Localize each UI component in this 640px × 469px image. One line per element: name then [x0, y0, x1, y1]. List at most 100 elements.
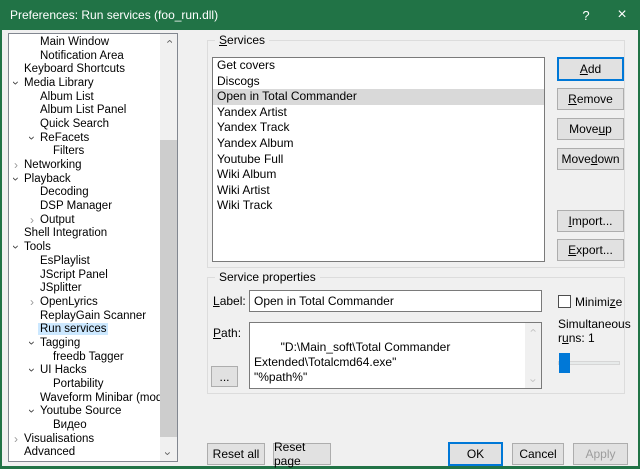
minimize-checkbox-label[interactable]: Minimize: [575, 295, 622, 309]
move-up-button[interactable]: Move up: [557, 118, 624, 140]
export-button[interactable]: Export...: [557, 239, 624, 261]
tree-item[interactable]: ›Networking: [9, 158, 160, 172]
tree-item[interactable]: Shell Integration: [9, 227, 160, 241]
tree-item-label: Main Window: [38, 36, 111, 48]
tree-item[interactable]: DSP Manager: [9, 199, 160, 213]
tree-item[interactable]: ›ReFacets: [9, 131, 160, 145]
tree-item-label: Playback: [22, 173, 73, 185]
service-list-item[interactable]: Discogs: [213, 74, 544, 90]
tree-scrollbar[interactable]: › ›: [160, 34, 177, 461]
tree-item[interactable]: ›Tools: [9, 240, 160, 254]
service-list-item[interactable]: Yandex Track: [213, 120, 544, 136]
tree-item-label: Waveform Minibar (mod): [38, 392, 160, 404]
label-input[interactable]: Open in Total Commander: [249, 290, 542, 312]
cancel-button[interactable]: Cancel: [512, 443, 564, 465]
close-icon[interactable]: ×: [604, 0, 640, 30]
tree-item[interactable]: Filters: [9, 145, 160, 159]
tree-item-label: Album List Panel: [38, 104, 128, 116]
chevron-collapsed-icon[interactable]: ›: [10, 158, 22, 172]
tree-item[interactable]: Waveform Minibar (mod): [9, 391, 160, 405]
tree-item[interactable]: Main Window: [9, 35, 160, 49]
add-button[interactable]: Add: [557, 57, 624, 81]
service-list-item[interactable]: Wiki Album: [213, 167, 544, 183]
tree-item[interactable]: ›Tagging: [9, 336, 160, 350]
tree-item[interactable]: ›OpenLyrics: [9, 295, 160, 309]
tree-item[interactable]: ›Youtube Source: [9, 405, 160, 419]
tree-item-label: Filters: [51, 145, 86, 157]
tree-item[interactable]: Quick Search: [9, 117, 160, 131]
path-input[interactable]: "D:\Main_soft\Total Commander Extended\T…: [249, 322, 542, 389]
tree-item-label: UI Hacks: [38, 364, 89, 376]
tree-item[interactable]: ReplayGain Scanner: [9, 309, 160, 323]
path-caption: Path:: [213, 326, 241, 340]
tree-item-label: Tools: [22, 241, 53, 253]
tree-item[interactable]: ›Visualisations: [9, 432, 160, 446]
tree-item-label: Quick Search: [38, 118, 111, 130]
service-list-item[interactable]: Youtube Full: [213, 152, 544, 168]
tree-item-label: OpenLyrics: [38, 296, 100, 308]
tree-item[interactable]: ›UI Hacks: [9, 364, 160, 378]
tree-item[interactable]: freedb Tagger: [9, 350, 160, 364]
tree-scrollbar-thumb[interactable]: [160, 140, 177, 437]
service-list-item[interactable]: Get covers: [213, 58, 544, 74]
reset-all-button[interactable]: Reset all: [207, 443, 265, 465]
tree-item-label: Networking: [22, 159, 84, 171]
tree-item[interactable]: Album List: [9, 90, 160, 104]
titlebar-buttons: ? ×: [568, 0, 640, 30]
simultaneous-runs-slider-thumb[interactable]: [559, 353, 570, 373]
apply-button[interactable]: Apply: [573, 443, 628, 465]
label-caption: Label:: [213, 294, 246, 308]
chevron-collapsed-icon[interactable]: ›: [26, 213, 38, 227]
service-list-item[interactable]: Yandex Album: [213, 136, 544, 152]
tree-item[interactable]: Portability: [9, 377, 160, 391]
tree-item[interactable]: JScript Panel: [9, 268, 160, 282]
service-list-item[interactable]: Yandex Artist: [213, 105, 544, 121]
chevron-collapsed-icon[interactable]: ›: [26, 295, 38, 309]
service-list-item[interactable]: Wiki Track: [213, 198, 544, 214]
tree-item-label: Видео: [51, 419, 89, 431]
services-list[interactable]: Get coversDiscogsOpen in Total Commander…: [212, 57, 545, 262]
browse-button[interactable]: ...: [211, 366, 238, 387]
path-scrollbar[interactable]: › ›: [525, 323, 541, 388]
minimize-checkbox[interactable]: [558, 295, 571, 308]
tree-item[interactable]: ›Output: [9, 213, 160, 227]
tree-item[interactable]: Run services: [9, 322, 160, 336]
tree-item[interactable]: Album List Panel: [9, 103, 160, 117]
tree-item[interactable]: EsPlaylist: [9, 254, 160, 268]
chevron-expanded-icon[interactable]: ›: [25, 132, 39, 144]
scroll-up-icon[interactable]: ›: [526, 323, 541, 339]
tree-item-label: JScript Panel: [38, 269, 110, 281]
tree-item-label: Visualisations: [22, 433, 96, 445]
chevron-expanded-icon[interactable]: ›: [25, 337, 39, 349]
services-group: Services Get coversDiscogsOpen in Total …: [207, 40, 625, 268]
move-down-button[interactable]: Move down: [557, 148, 624, 170]
chevron-expanded-icon[interactable]: ›: [9, 173, 23, 185]
scroll-up-icon[interactable]: ›: [161, 33, 176, 50]
tree-item-label: Notification Area: [38, 50, 126, 62]
tree-item[interactable]: Notification Area: [9, 49, 160, 63]
tree-item[interactable]: JSplitter: [9, 281, 160, 295]
titlebar[interactable]: Preferences: Run services (foo_run.dll) …: [0, 0, 640, 30]
preferences-tree[interactable]: Main Window Notification AreaKeyboard Sho…: [8, 33, 178, 462]
remove-button[interactable]: Remove: [557, 88, 624, 110]
help-icon[interactable]: ?: [568, 0, 604, 30]
chevron-expanded-icon[interactable]: ›: [9, 241, 23, 253]
chevron-expanded-icon[interactable]: ›: [25, 405, 39, 417]
chevron-expanded-icon[interactable]: ›: [9, 77, 23, 89]
service-list-item[interactable]: Open in Total Commander: [213, 89, 544, 105]
tree-item[interactable]: Advanced: [9, 446, 160, 460]
tree-item-label: EsPlaylist: [38, 255, 92, 267]
scroll-down-icon[interactable]: ›: [526, 373, 541, 389]
chevron-collapsed-icon[interactable]: ›: [10, 432, 22, 446]
reset-page-button[interactable]: Reset page: [273, 443, 331, 465]
ok-button[interactable]: OK: [448, 442, 503, 466]
tree-item[interactable]: ›Playback: [9, 172, 160, 186]
tree-item[interactable]: Keyboard Shortcuts: [9, 62, 160, 76]
chevron-expanded-icon[interactable]: ›: [25, 364, 39, 376]
tree-item[interactable]: ›Media Library: [9, 76, 160, 90]
tree-item[interactable]: Видео: [9, 418, 160, 432]
tree-item[interactable]: Decoding: [9, 186, 160, 200]
scroll-down-icon[interactable]: ›: [161, 445, 176, 462]
import-button[interactable]: Import...: [557, 210, 624, 232]
service-list-item[interactable]: Wiki Artist: [213, 183, 544, 199]
